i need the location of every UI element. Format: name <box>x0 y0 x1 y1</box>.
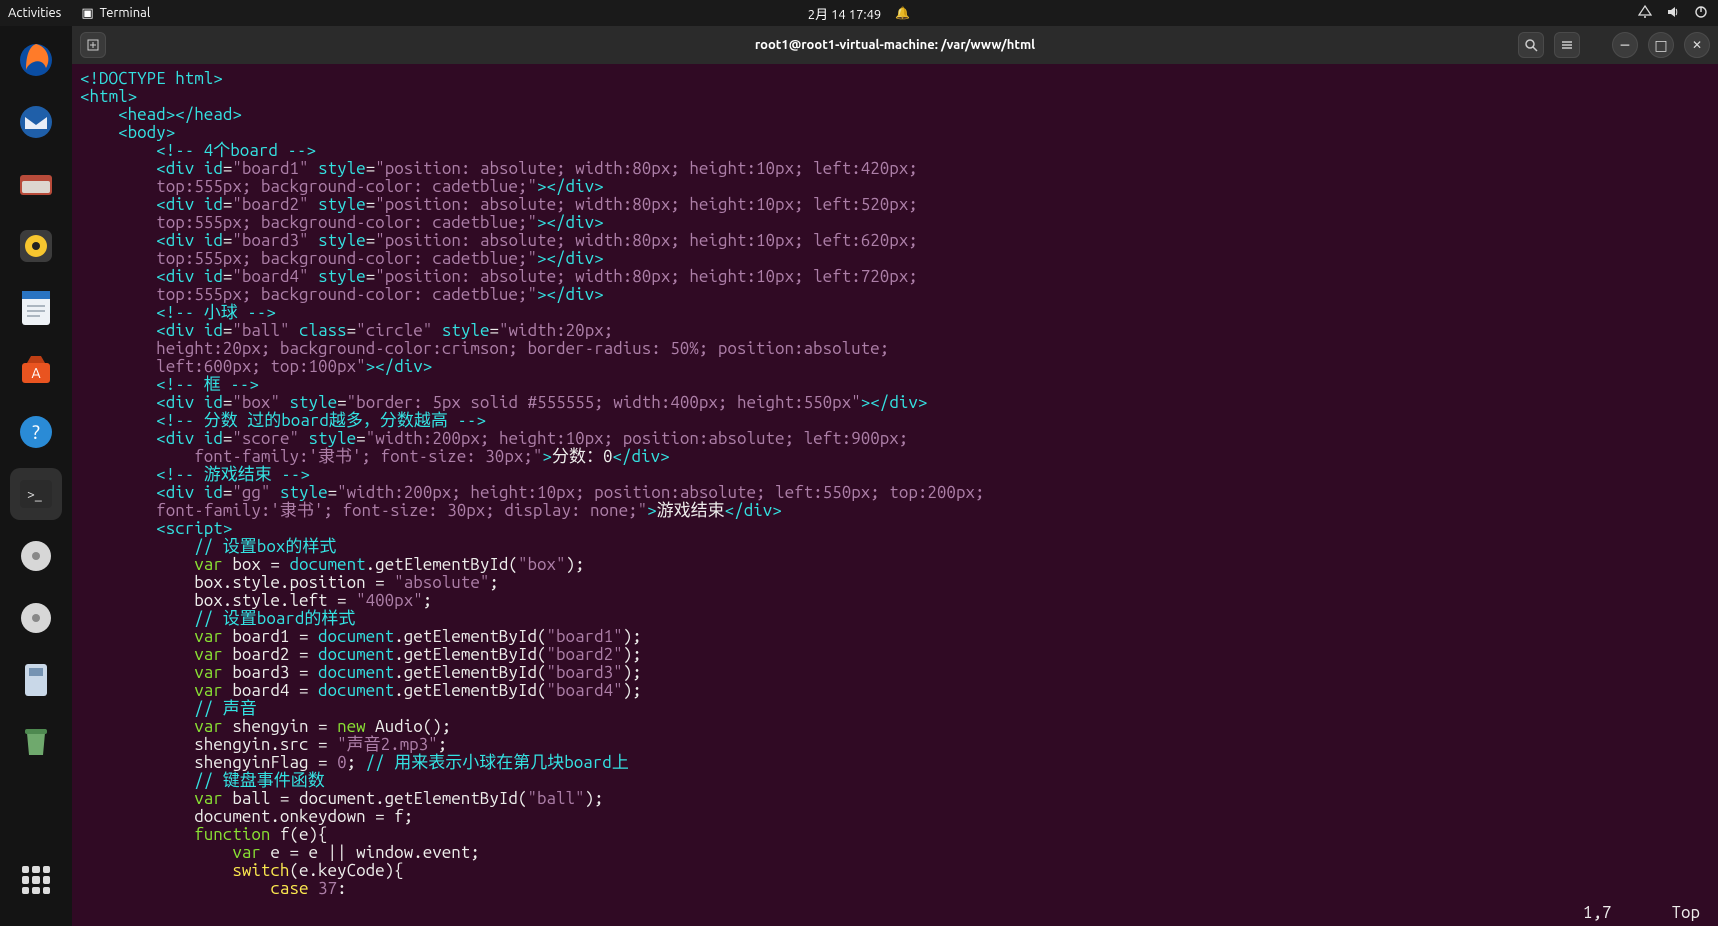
dock-disk1[interactable] <box>10 530 62 582</box>
panel-clock[interactable]: 2月 14 17:49 <box>808 4 910 23</box>
dock-disk2[interactable] <box>10 592 62 644</box>
terminal-content[interactable]: <!DOCTYPE html> <html> <head></head> <bo… <box>72 64 1718 926</box>
dock-removable[interactable] <box>10 654 62 706</box>
minimize-button[interactable]: ─ <box>1612 32 1638 58</box>
apps-grid-icon <box>22 866 50 894</box>
close-button[interactable]: ✕ <box>1684 32 1710 58</box>
system-status-area[interactable] <box>1638 5 1708 22</box>
svg-text:>_: >_ <box>27 486 42 502</box>
cursor-position: 1,7 <box>1583 904 1612 922</box>
hamburger-menu-button[interactable] <box>1554 32 1580 58</box>
dock-writer[interactable] <box>10 282 62 334</box>
dock-firefox[interactable] <box>10 34 62 86</box>
dock: A ? >_ <box>0 26 72 926</box>
dock-software[interactable]: A <box>10 344 62 396</box>
titlebar: root1@root1-virtual-machine: /var/www/ht… <box>72 26 1718 64</box>
volume-icon <box>1666 5 1680 22</box>
terminal-window: root1@root1-virtual-machine: /var/www/ht… <box>72 26 1718 926</box>
search-button[interactable] <box>1518 32 1544 58</box>
window-title: root1@root1-virtual-machine: /var/www/ht… <box>755 38 1035 52</box>
dock-rhythmbox[interactable] <box>10 220 62 272</box>
panel-app-indicator[interactable]: ▣ Terminal <box>81 6 150 21</box>
dock-help[interactable]: ? <box>10 406 62 458</box>
code-text: <!DOCTYPE html <box>80 69 213 88</box>
svg-text:A: A <box>31 365 40 381</box>
power-icon <box>1694 5 1708 22</box>
maximize-button[interactable]: □ <box>1648 32 1674 58</box>
dock-show-applications[interactable] <box>10 854 62 906</box>
activities-button[interactable]: Activities <box>8 6 61 20</box>
dock-trash[interactable] <box>10 716 62 768</box>
terminal-icon: ▣ <box>81 6 93 21</box>
svg-text:?: ? <box>32 420 40 443</box>
dock-thunderbird[interactable] <box>10 96 62 148</box>
top-panel: Activities ▣ Terminal 2月 14 17:49 <box>0 0 1718 26</box>
dock-files[interactable] <box>10 158 62 210</box>
network-icon <box>1638 5 1652 22</box>
scroll-position: Top <box>1671 904 1700 922</box>
new-tab-button[interactable] <box>80 32 106 58</box>
clock-text: 2月 14 17:49 <box>808 4 881 23</box>
vim-status-line: 1,7 Top <box>1583 904 1700 922</box>
dock-terminal[interactable]: >_ <box>10 468 62 520</box>
notification-icon <box>895 6 910 20</box>
panel-app-name: Terminal <box>100 6 151 20</box>
